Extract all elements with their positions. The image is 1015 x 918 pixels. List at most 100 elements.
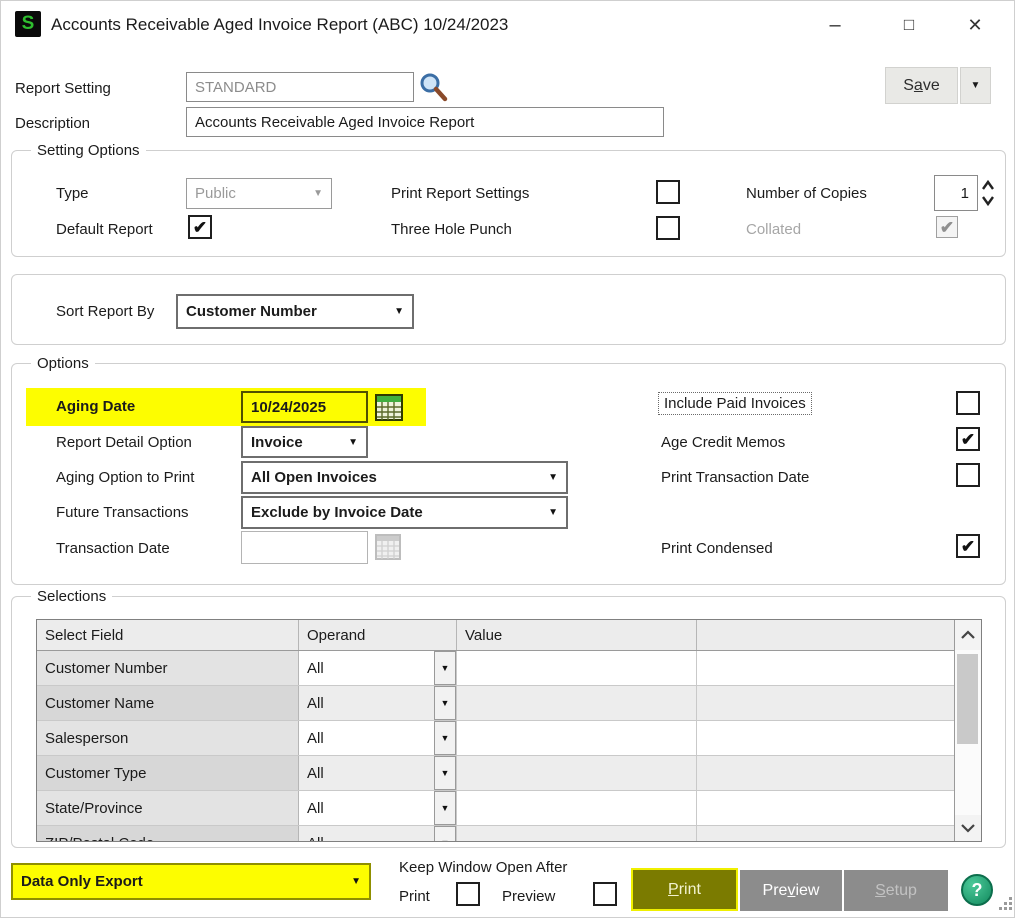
chevron-down-icon: ▼ <box>313 188 323 199</box>
question-mark-icon: ? <box>972 880 983 901</box>
sort-group <box>11 274 1006 345</box>
help-button[interactable]: ? <box>961 874 993 906</box>
aging-option-to-print-select[interactable]: All Open Invoices ▼ <box>241 461 568 494</box>
save-dropdown-button[interactable]: ▼ <box>960 67 991 104</box>
scroll-up-button[interactable] <box>955 620 981 650</box>
table-row: ZIP/Postal Code All ▼ <box>37 826 981 842</box>
save-button[interactable]: Save <box>885 67 958 104</box>
age-credit-memos-checkbox[interactable]: ✔ <box>956 427 980 451</box>
scroll-down-button[interactable] <box>955 815 981 841</box>
sort-report-by-label: Sort Report By <box>56 303 154 320</box>
row-value-cell[interactable] <box>457 686 697 720</box>
resize-grip[interactable] <box>997 895 1013 911</box>
operand-dropdown-button[interactable]: ▼ <box>434 686 456 720</box>
transaction-date-label: Transaction Date <box>56 540 170 557</box>
report-setting-label: Report Setting <box>15 80 111 97</box>
row-value-cell[interactable] <box>457 721 697 755</box>
minimize-button[interactable]: – <box>807 7 863 43</box>
include-paid-invoices-label: Include Paid Invoices <box>658 392 812 415</box>
row-field-cell: Customer Name <box>37 686 299 720</box>
chevron-down-icon: ▼ <box>441 768 450 778</box>
default-report-label: Default Report <box>56 221 153 238</box>
operand-dropdown-button[interactable]: ▼ <box>434 756 456 790</box>
include-paid-invoices-checkbox[interactable] <box>956 391 980 415</box>
description-input[interactable]: Accounts Receivable Aged Invoice Report <box>186 107 664 137</box>
row-value-cell[interactable] <box>457 651 697 685</box>
row-extra-cell <box>697 686 955 720</box>
calendar-icon[interactable] <box>374 391 404 423</box>
collated-checkbox: ✔ <box>936 216 958 238</box>
row-value-cell[interactable] <box>457 791 697 825</box>
print-condensed-label: Print Condensed <box>661 540 773 557</box>
chevron-down-icon: ▼ <box>548 507 558 518</box>
spinner-up-icon <box>983 182 993 189</box>
print-transaction-date-checkbox[interactable] <box>956 463 980 487</box>
column-header-operand: Operand <box>299 620 457 650</box>
number-of-copies-input[interactable]: 1 <box>934 175 978 211</box>
report-detail-option-select[interactable]: Invoice ▼ <box>241 426 368 458</box>
row-value-cell[interactable] <box>457 756 697 790</box>
export-select[interactable]: Data Only Export ▼ <box>11 863 371 900</box>
print-condensed-checkbox[interactable]: ✔ <box>956 534 980 558</box>
maximize-button[interactable]: □ <box>881 7 937 43</box>
default-report-checkbox[interactable]: ✔ <box>188 215 212 239</box>
aging-option-to-print-label: Aging Option to Print <box>56 469 194 486</box>
scrollbar-thumb[interactable] <box>957 654 978 744</box>
transaction-date-input[interactable] <box>241 531 368 564</box>
operand-dropdown-button[interactable]: ▼ <box>434 651 456 685</box>
selections-legend: Selections <box>31 588 112 605</box>
collated-label: Collated <box>746 221 801 238</box>
row-operand-cell: All ▼ <box>299 651 457 685</box>
chevron-down-icon: ▼ <box>441 803 450 813</box>
title-bar: S Accounts Receivable Aged Invoice Repor… <box>1 1 1014 49</box>
setting-options-legend: Setting Options <box>31 142 146 159</box>
aging-date-label: Aging Date <box>56 398 135 415</box>
operand-dropdown-button[interactable]: ▼ <box>434 826 456 842</box>
close-button[interactable]: ✕ <box>947 7 1003 43</box>
future-transactions-select[interactable]: Exclude by Invoice Date ▼ <box>241 496 568 529</box>
sort-report-by-select[interactable]: Customer Number ▼ <box>176 294 414 329</box>
copies-spinner[interactable] <box>979 175 997 211</box>
row-operand-cell: All ▼ <box>299 756 457 790</box>
check-icon: ✔ <box>940 219 954 236</box>
table-row: Customer Type All ▼ <box>37 756 981 791</box>
search-icon[interactable] <box>417 71 449 103</box>
scroll-up-icon <box>962 632 974 638</box>
type-label: Type <box>56 185 89 202</box>
setting-options-group <box>11 150 1006 257</box>
keep-open-preview-checkbox[interactable] <box>593 882 617 906</box>
keep-open-print-label: Print <box>399 888 430 905</box>
type-select[interactable]: Public ▼ <box>186 178 332 209</box>
row-extra-cell <box>697 791 955 825</box>
chevron-down-icon: ▼ <box>441 838 450 842</box>
check-icon: ✔ <box>961 538 975 555</box>
column-header-extra <box>697 620 955 650</box>
future-transactions-label: Future Transactions <box>56 504 189 521</box>
row-field-cell: State/Province <box>37 791 299 825</box>
print-button[interactable]: Print <box>631 868 738 911</box>
table-row: Customer Name All ▼ <box>37 686 981 721</box>
age-credit-memos-label: Age Credit Memos <box>661 434 785 451</box>
chevron-down-icon: ▼ <box>441 663 450 673</box>
aging-date-input[interactable]: 10/24/2025 <box>241 391 368 423</box>
chevron-down-icon: ▼ <box>971 80 981 91</box>
column-header-select-field: Select Field <box>37 620 299 650</box>
column-header-value: Value <box>457 620 697 650</box>
operand-dropdown-button[interactable]: ▼ <box>434 791 456 825</box>
preview-button[interactable]: Preview <box>740 870 842 911</box>
table-row: Salesperson All ▼ <box>37 721 981 756</box>
chevron-down-icon: ▼ <box>348 437 358 448</box>
row-value-cell[interactable] <box>457 826 697 842</box>
operand-dropdown-button[interactable]: ▼ <box>434 721 456 755</box>
chevron-down-icon: ▼ <box>394 306 404 317</box>
report-detail-option-label: Report Detail Option <box>56 434 192 451</box>
print-report-settings-checkbox[interactable] <box>656 180 680 204</box>
number-of-copies-label: Number of Copies <box>746 185 867 202</box>
row-extra-cell <box>697 721 955 755</box>
three-hole-punch-checkbox[interactable] <box>656 216 680 240</box>
report-setting-input[interactable]: STANDARD <box>186 72 414 102</box>
table-scrollbar[interactable] <box>954 620 981 841</box>
keep-open-print-checkbox[interactable] <box>456 882 480 906</box>
row-field-cell: Customer Type <box>37 756 299 790</box>
chevron-down-icon: ▼ <box>351 876 361 887</box>
